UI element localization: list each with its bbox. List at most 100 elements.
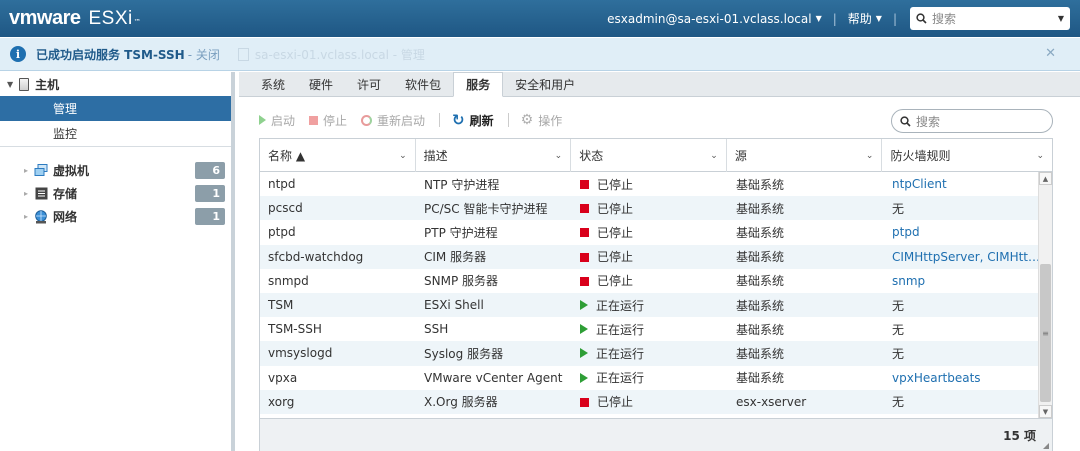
cell-name: vpxa [268, 370, 298, 385]
scroll-thumb[interactable]: ≡ [1040, 264, 1051, 402]
storage-icon [34, 187, 48, 200]
chevron-down-icon[interactable]: ⌄ [866, 151, 874, 161]
gear-icon: ⚙ [520, 112, 534, 128]
services-grid: 名称 ▲ ⌄ 描述 ⌄ 状态 ⌄ 源 ⌄ 防火墙规则 ⌄ ntpd NTP 守护进程 已停止基… [259, 138, 1053, 451]
help-menu[interactable]: 帮助 ▼ [848, 10, 882, 27]
service-search-input[interactable]: 搜索 [891, 109, 1053, 133]
stop-icon [309, 115, 319, 125]
search-icon [900, 115, 911, 127]
resize-grip-icon[interactable] [1043, 443, 1049, 449]
table-row[interactable]: vpxa VMware vCenter Agent 正在运行 基础系统 vpxHeart… [260, 365, 1039, 390]
chevron-down-icon[interactable]: ▼ [1058, 14, 1064, 23]
table-row[interactable]: TSM ESXi Shell 正在运行 基础系统 无 [260, 292, 1039, 318]
grid-header: 名称 ▲ ⌄ 描述 ⌄ 状态 ⌄ 源 ⌄ 防火墙规则 ⌄ [260, 139, 1052, 172]
actions-label: 操作 [538, 113, 563, 128]
cell-firewall-rule[interactable]: CIMHttpServer, CIMHtt… [884, 245, 1039, 269]
main-panel: 系统 硬件 许可 软件包 服务 安全和用户 启动 停止 重新启动 ↻ 刷新 ⚙ … [239, 72, 1080, 451]
table-row[interactable]: ntpd NTP 守护进程 已停止 基础系统 ntpClient [260, 172, 1039, 197]
status-text: 已停止 [597, 395, 634, 410]
table-row[interactable]: sfcbd-watchdog CIM 服务器 已停止 基础系统 CIMHttpServe… [260, 244, 1039, 269]
expand-triangle-icon[interactable]: ▸ [24, 166, 28, 175]
expand-triangle-icon[interactable]: ▸ [24, 212, 28, 221]
cell-name: pcscd [268, 201, 303, 216]
cell-status: 正在运行 [572, 293, 728, 317]
table-row[interactable]: TSM-SSH SSH 正在运行 基础系统 无 [260, 317, 1039, 342]
cell-source: 基础系统 [736, 298, 785, 313]
cell-firewall-rule[interactable]: ptpd [884, 220, 1039, 244]
status-text: 已停止 [597, 225, 634, 240]
vmware-esxi-logo: vmware ESXi ™ [9, 7, 141, 30]
grid-footer: 15 项 [260, 418, 1052, 451]
tab-security-users[interactable]: 安全和用户 [503, 72, 587, 96]
scroll-down-icon[interactable]: ▼ [1039, 405, 1052, 418]
sidebar-item-network[interactable]: ▸ 网络 1 [0, 205, 231, 228]
grid-scrollbar[interactable]: ▲ ≡ ▼ [1038, 172, 1052, 418]
sidebar-item-host[interactable]: ▼ 主机 [0, 72, 231, 96]
notification-close-link[interactable]: - 关闭 [188, 46, 220, 63]
restart-button[interactable]: 重新启动 [361, 112, 425, 129]
expand-triangle-icon[interactable]: ▼ [7, 80, 13, 89]
logo-esxi: ESXi [88, 8, 133, 29]
stopped-icon [580, 204, 589, 214]
actions-button[interactable]: ⚙ 操作 [521, 112, 563, 129]
scroll-up-icon[interactable]: ▲ [1039, 172, 1052, 185]
chevron-down-icon[interactable]: ⌄ [399, 151, 407, 161]
stop-button[interactable]: 停止 [309, 112, 347, 129]
grid-body: ntpd NTP 守护进程 已停止 基础系统 ntpClient pcscd PC/SC … [260, 172, 1039, 414]
cell-description: SSH [424, 322, 449, 337]
restart-icon [361, 114, 373, 126]
cell-name: ntpd [268, 177, 296, 192]
manage-tabs: 系统 硬件 许可 软件包 服务 安全和用户 [239, 72, 1080, 97]
column-label: 名称 ▲ [268, 149, 306, 163]
column-header-status[interactable]: 状态 ⌄ [571, 139, 727, 172]
tab-packages[interactable]: 软件包 [393, 72, 453, 96]
tab-system[interactable]: 系统 [249, 72, 297, 96]
cell-name: TSM-SSH [268, 322, 322, 337]
network-label: 网络 [53, 210, 78, 224]
expand-triangle-icon[interactable]: ▸ [24, 189, 28, 198]
cell-firewall-rule[interactable]: vpxHeartbeats [884, 366, 1039, 390]
status-text: 已停止 [597, 177, 634, 192]
cell-firewall-rule[interactable]: snmp [884, 269, 1039, 293]
global-search-input[interactable]: 搜索 ▼ [910, 7, 1070, 30]
column-header-description[interactable]: 描述 ⌄ [416, 139, 572, 172]
close-icon[interactable]: ✕ [1045, 46, 1056, 61]
user-menu[interactable]: esxadmin@sa-esxi-01.vclass.local ▼ [607, 12, 822, 26]
vms-label: 虚拟机 [53, 164, 90, 178]
cell-status: 已停止 [572, 220, 728, 244]
cell-status: 已停止 [572, 196, 728, 220]
chevron-down-icon[interactable]: ⌄ [555, 151, 563, 161]
tab-services[interactable]: 服务 [453, 72, 504, 97]
tab-licensing[interactable]: 许可 [345, 72, 393, 96]
column-header-source[interactable]: 源 ⌄ [727, 139, 883, 172]
sidebar-item-manage[interactable]: 管理 [0, 96, 231, 121]
table-row[interactable]: ptpd PTP 守护进程 已停止 基础系统 ptpd [260, 220, 1039, 245]
chevron-down-icon[interactable]: ⌄ [1036, 151, 1044, 161]
cell-firewall-rule: 无 [892, 322, 905, 337]
start-button[interactable]: 启动 [259, 112, 295, 129]
cell-description: Syslog 服务器 [424, 346, 504, 361]
sidebar-item-monitor[interactable]: 监控 [0, 121, 231, 147]
column-label: 源 [734, 149, 747, 163]
chevron-down-icon[interactable]: ⌄ [710, 151, 718, 161]
column-header-firewall[interactable]: 防火墙规则 ⌄ [882, 139, 1052, 172]
cell-description: PTP 守护进程 [424, 225, 498, 240]
table-row[interactable]: pcscd PC/SC 智能卡守护进程 已停止 基础系统 无 [260, 196, 1039, 221]
toolbar-divider [439, 113, 441, 127]
user-name: esxadmin@sa-esxi-01.vclass.local [607, 11, 812, 26]
refresh-button[interactable]: ↻ 刷新 [452, 111, 494, 129]
cell-source: 基础系统 [736, 250, 785, 265]
tab-hardware[interactable]: 硬件 [297, 72, 345, 96]
cell-description: CIM 服务器 [424, 250, 487, 265]
table-row[interactable]: xorg X.Org 服务器 已停止 esx-xserver 无 [260, 389, 1039, 414]
stopped-icon [580, 228, 589, 238]
cell-status: 已停止 [572, 245, 728, 269]
column-header-name[interactable]: 名称 ▲ ⌄ [260, 139, 416, 172]
logo-trademark: ™ [133, 18, 141, 26]
table-row[interactable]: snmpd SNMP 服务器 已停止 基础系统 snmp [260, 268, 1039, 293]
sidebar-item-storage[interactable]: ▸ 存储 1 [0, 182, 231, 205]
table-row[interactable]: vmsyslogd Syslog 服务器 正在运行 基础系统 无 [260, 341, 1039, 366]
network-icon [34, 209, 48, 223]
cell-firewall-rule[interactable]: ntpClient [884, 172, 1039, 196]
sidebar-item-vms[interactable]: ▸ 虚拟机 6 [0, 159, 231, 182]
